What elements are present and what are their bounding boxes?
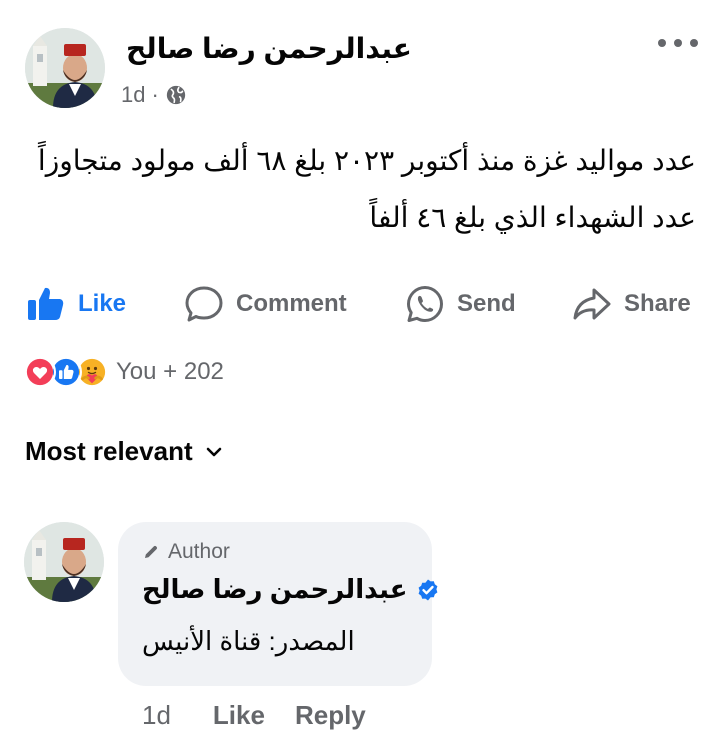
comment-label: Comment — [236, 290, 347, 317]
comment-bubble-icon — [185, 286, 223, 322]
post-action-bar: Like Comment Send Share — [0, 276, 720, 332]
chevron-down-icon — [206, 447, 221, 456]
more-dot-icon — [658, 39, 666, 47]
comment-author-row: عبدالرحمن رضا صالح — [142, 574, 440, 605]
post-text: عدد مواليد غزة منذ أكتوبر ٢٠٢٣ بلغ ٦٨ أل… — [16, 132, 696, 246]
post-text-line: عدد الشهداء الذي بلغ ٤٦ ألفاً — [369, 202, 696, 233]
comment-bubble: Author عبدالرحمن رضا صالح المصدر: قناة ا… — [118, 522, 437, 686]
commenter-avatar[interactable] — [24, 522, 104, 602]
like-label: Like — [78, 290, 127, 317]
verified-badge-icon — [418, 579, 437, 600]
like-button[interactable]: Like — [26, 276, 126, 332]
sort-label: Most relevant — [25, 436, 193, 466]
thumbs-up-icon — [28, 287, 64, 320]
comment-button[interactable]: Comment — [184, 276, 347, 332]
whatsapp-icon — [407, 286, 443, 322]
share-label: Share — [624, 290, 691, 317]
send-button[interactable]: Send — [405, 276, 516, 332]
globe-icon[interactable] — [165, 84, 187, 106]
author-badge: Author — [142, 540, 230, 564]
author-badge-label: Author — [168, 540, 230, 563]
comment-actions: 1d Like Reply — [142, 700, 396, 731]
comment-text: المصدر: قناة الأنيس — [142, 626, 355, 656]
pencil-icon — [145, 545, 158, 558]
meta-separator: · — [151, 82, 159, 107]
share-arrow-icon — [573, 288, 611, 320]
reactions-summary[interactable]: You + 202 — [24, 356, 224, 388]
love-icon — [24, 356, 56, 388]
share-button[interactable]: Share — [572, 276, 691, 332]
author-avatar[interactable] — [25, 28, 105, 108]
more-options-button[interactable] — [658, 36, 698, 50]
post-text-line: عدد مواليد غزة منذ أكتوبر ٢٠٢٣ بلغ ٦٨ أل… — [37, 145, 696, 176]
comment-like-button[interactable]: Like — [213, 700, 265, 731]
comment-time[interactable]: 1d — [142, 700, 171, 731]
post-author-row: عبدالرحمن رضا صالح — [120, 30, 412, 66]
post-meta: 1d · — [121, 82, 187, 108]
comment-reply-button[interactable]: Reply — [295, 700, 366, 731]
comment-author-name[interactable]: عبدالرحمن رضا صالح — [142, 574, 408, 605]
reaction-count: You + 202 — [116, 358, 224, 385]
more-dot-icon — [674, 39, 682, 47]
more-dot-icon — [690, 39, 698, 47]
comment-sort-dropdown[interactable]: Most relevant — [25, 436, 225, 467]
post-time[interactable]: 1d — [121, 82, 145, 108]
post-author-name[interactable]: عبدالرحمن رضا صالح — [126, 32, 412, 65]
send-label: Send — [457, 290, 516, 317]
